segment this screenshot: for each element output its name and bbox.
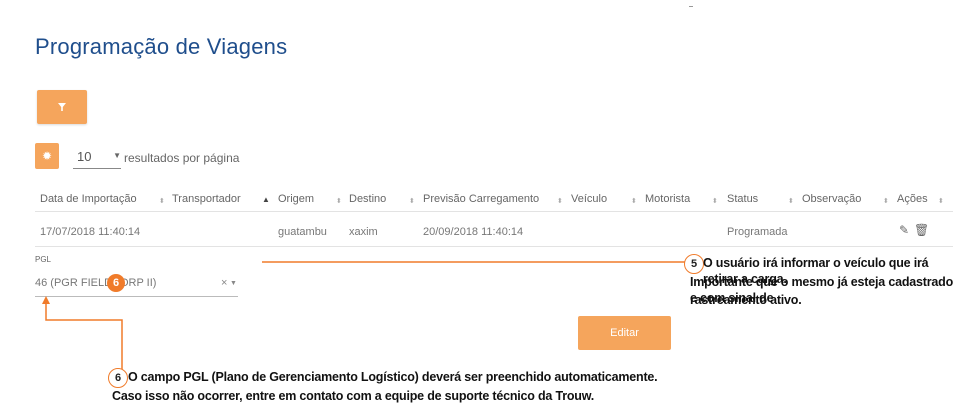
- annotation-connectors: [42, 261, 686, 370]
- annotation-5-text-line3: rastreamento ativo.: [690, 293, 802, 307]
- annotation-6-connector: [45, 302, 123, 370]
- annotation-badge-6-note: 6: [108, 368, 128, 388]
- annotation-6-text-line1: O campo PGL (Plano de Gerenciamento Logí…: [128, 370, 658, 384]
- annotation-badge-5: 5: [684, 254, 704, 274]
- annotation-6-text-line2: Caso isso não ocorrer, entre em contato …: [112, 389, 595, 403]
- arrow-up-icon: [42, 296, 50, 304]
